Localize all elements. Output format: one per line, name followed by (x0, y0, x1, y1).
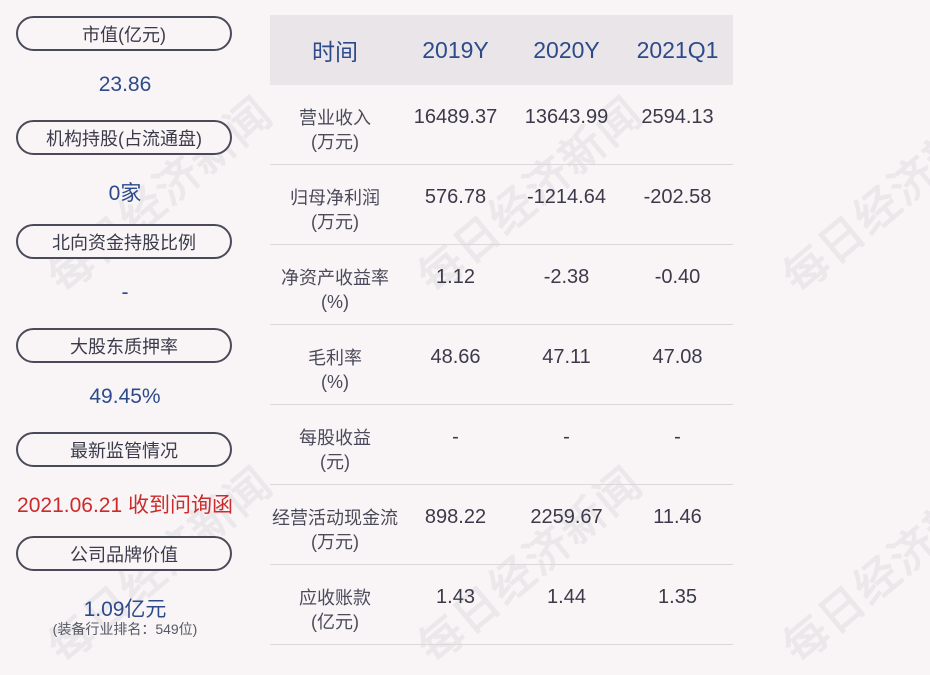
watermark: 每日经济新闻 (774, 457, 930, 673)
metric-label-institution-holding: 机构持股(占流通盘) (16, 120, 232, 155)
metric-value-pledge-ratio: 49.45% (89, 385, 161, 408)
cell: 11.46 (653, 506, 702, 528)
metric-value-northbound-ratio: - (121, 281, 129, 304)
financial-table: 时间 2019Y 2020Y 2021Q1 营业收入 (万元) 16489.37 … (270, 15, 733, 645)
cell: 1.35 (658, 586, 697, 608)
metric-value-regulation: 2021.06.21 收到问询函 (17, 494, 233, 517)
cell: - (674, 426, 681, 448)
metric-label-pledge-ratio: 大股东质押率 (16, 328, 232, 363)
header-period: 时间 (312, 39, 358, 65)
header-col: 2020Y (533, 36, 600, 63)
cell: 16489.37 (413, 106, 498, 128)
row-label: 净资产收益率 (%) (281, 268, 389, 312)
header-col: 2021Q1 (636, 36, 719, 63)
row-label: 毛利率 (%) (308, 348, 362, 392)
cell: 576.78 (424, 186, 487, 208)
row-label: 每股收益 (元) (299, 428, 371, 472)
cell: -1214.64 (527, 186, 606, 208)
cell: 47.08 (652, 346, 703, 368)
metric-label-brand-value: 公司品牌价值 (16, 536, 232, 571)
cell: - (452, 426, 459, 448)
metric-value-market-cap: 23.86 (98, 73, 152, 96)
watermark: 每日经济新闻 (774, 87, 930, 303)
row-label: 应收账款 (亿元) (299, 588, 371, 632)
metric-label-northbound-ratio: 北向资金持股比例 (16, 224, 232, 259)
cell: -0.40 (654, 266, 701, 288)
metric-value-institution-holding: 0家 (108, 182, 142, 205)
table-row: 营业收入 (万元) 16489.37 13643.99 2594.13 (270, 85, 733, 165)
table-row: 毛利率 (%) 48.66 47.11 47.08 (270, 325, 733, 405)
table-row: 每股收益 (元) - - - (270, 405, 733, 485)
cell: 47.11 (542, 346, 591, 368)
cell: 48.66 (430, 346, 481, 368)
table-row: 经营活动现金流 (万元) 898.22 2259.67 11.46 (270, 485, 733, 565)
metric-sub-brand-rank: (装备行业排名：549位) (52, 621, 198, 637)
cell: -2.38 (543, 266, 590, 288)
cell: 1.44 (547, 586, 586, 608)
metric-label-regulation: 最新监管情况 (16, 432, 232, 467)
cell: - (563, 426, 570, 448)
table-header: 时间 2019Y 2020Y 2021Q1 (270, 15, 733, 85)
header-col: 2019Y (422, 36, 489, 63)
cell: 898.22 (424, 506, 487, 528)
row-label: 经营活动现金流 (万元) (272, 508, 398, 552)
table-row: 归母净利润 (万元) 576.78 -1214.64 -202.58 (270, 165, 733, 245)
cell: 1.12 (436, 266, 475, 288)
row-label: 营业收入 (万元) (299, 108, 371, 152)
table-row: 应收账款 (亿元) 1.43 1.44 1.35 (270, 565, 733, 645)
cell: 2594.13 (641, 106, 714, 128)
table-row: 净资产收益率 (%) 1.12 -2.38 -0.40 (270, 245, 733, 325)
metric-label-market-cap: 市值(亿元) (16, 16, 232, 51)
cell: 13643.99 (524, 106, 609, 128)
cell: 1.43 (436, 586, 475, 608)
cell: -202.58 (643, 186, 712, 208)
row-label: 归母净利润 (万元) (290, 188, 380, 232)
cell: 2259.67 (530, 506, 603, 528)
key-metrics-panel: 市值(亿元) 23.86 机构持股(占流通盘) 0家 北向资金持股比例 - 大股… (0, 0, 250, 667)
